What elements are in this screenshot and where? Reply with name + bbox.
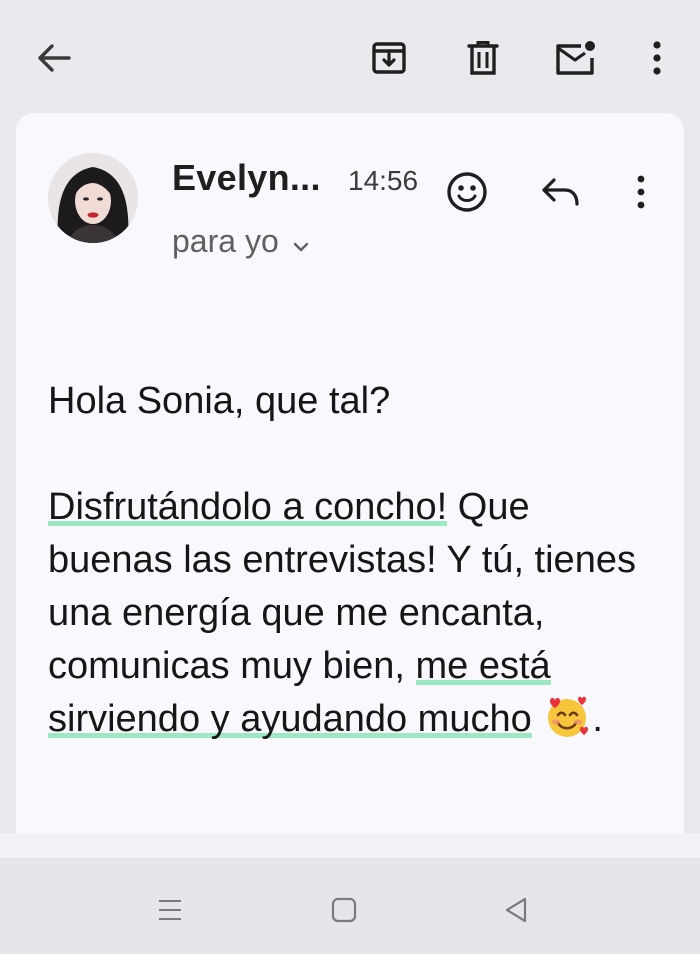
divider xyxy=(0,833,700,858)
top-app-bar xyxy=(0,0,700,112)
emoji-reaction-icon[interactable] xyxy=(442,167,492,217)
message-paragraph: Disfrutándolo a concho! Que buenas las e… xyxy=(48,481,658,746)
triangle-back-icon[interactable] xyxy=(494,888,538,932)
message-time: 14:56 xyxy=(348,165,419,196)
more-vert-icon[interactable] xyxy=(629,30,685,86)
menu-lines-icon[interactable] xyxy=(148,888,192,932)
avatar[interactable] xyxy=(48,153,138,243)
recipient-label: para yo xyxy=(172,223,279,259)
back-arrow-icon[interactable] xyxy=(26,30,82,86)
recipient-toggle[interactable]: para yo xyxy=(172,223,309,260)
smiling-face-with-hearts-icon xyxy=(542,695,592,739)
highlight-1: Disfrutándolo a concho! xyxy=(48,486,448,528)
message-body: Hola Sonia, que tal? Disfrutándolo a con… xyxy=(48,375,658,746)
paragraph-end: . xyxy=(592,698,603,740)
square-icon[interactable] xyxy=(322,888,366,932)
reply-icon[interactable] xyxy=(536,167,586,217)
chevron-down-icon xyxy=(293,223,309,260)
email-card: Evelyn... 14:56 para yo Hola Sonia, que … xyxy=(16,113,684,833)
greeting-text: Hola Sonia, que tal? xyxy=(48,380,391,422)
message-more-icon[interactable] xyxy=(616,167,666,217)
archive-icon[interactable] xyxy=(361,30,417,86)
sender-name[interactable]: Evelyn... xyxy=(172,157,321,199)
trash-icon[interactable] xyxy=(455,30,511,86)
mail-unread-icon[interactable] xyxy=(548,30,604,86)
system-nav-bar xyxy=(0,858,700,954)
